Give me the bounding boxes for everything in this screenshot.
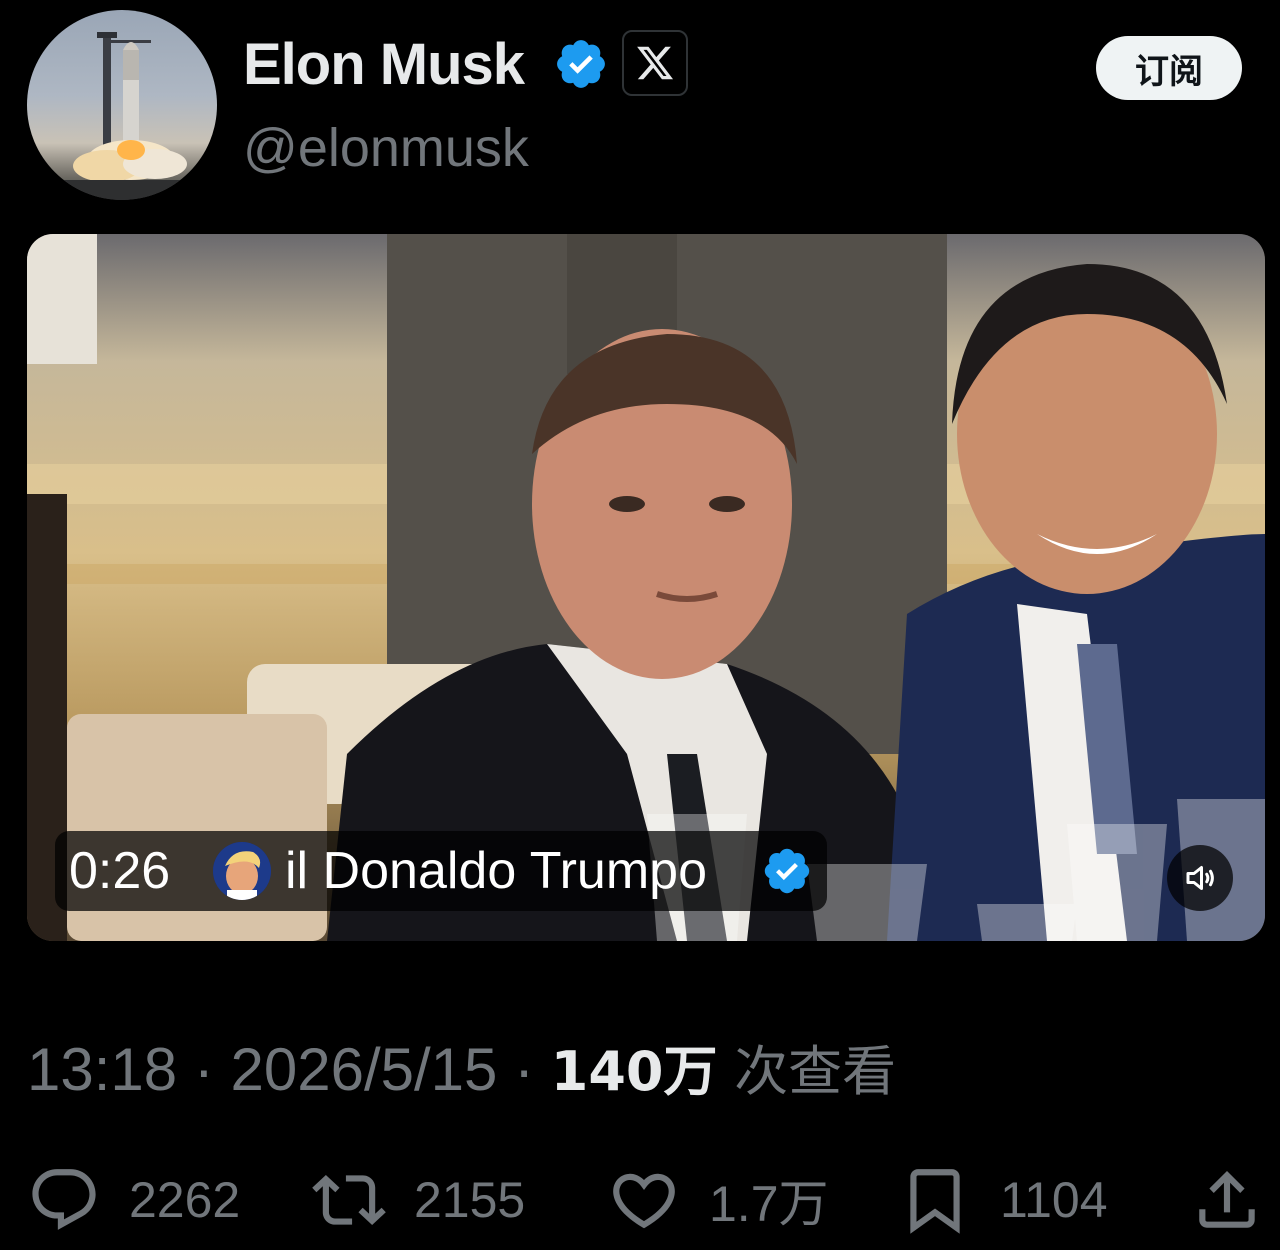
x-logo-icon[interactable]: [622, 30, 688, 96]
post-meta: 13:18 · 2026/5/15 · 140万 次查看: [27, 1036, 896, 1106]
share-icon: [1199, 1170, 1255, 1228]
video-timestamp: 0:26: [69, 842, 171, 900]
repost-icon: [312, 1174, 386, 1226]
profile-avatar[interactable]: [27, 10, 217, 200]
bookmark-count: 1104: [1000, 1172, 1108, 1228]
like-button[interactable]: 1.7万: [607, 1160, 829, 1240]
display-name[interactable]: Elon Musk: [243, 32, 525, 98]
repost-button[interactable]: 2155: [312, 1160, 525, 1240]
subscribe-button[interactable]: 订阅: [1096, 36, 1242, 100]
reply-icon: [32, 1169, 96, 1230]
video-source-avatar[interactable]: [213, 842, 271, 900]
post-date[interactable]: 2026/5/15: [230, 1036, 497, 1103]
bookmark-button[interactable]: 1104: [898, 1160, 1108, 1240]
speaker-icon[interactable]: [1167, 845, 1233, 911]
bookmark-icon: [910, 1169, 960, 1234]
separator-dot: ·: [193, 1036, 231, 1103]
post-time[interactable]: 13:18: [27, 1036, 177, 1103]
heart-icon: [613, 1173, 675, 1229]
repost-count: 2155: [414, 1172, 526, 1228]
verified-badge-icon: [764, 848, 810, 894]
separator-dot: ·: [514, 1036, 551, 1103]
user-handle[interactable]: @elonmusk: [243, 118, 529, 178]
video-player[interactable]: 0:26 il Donaldo Trumpo: [27, 234, 1265, 941]
action-bar: 2262 2155 1.7万 1104: [0, 1160, 1280, 1240]
verified-badge-icon: [557, 40, 605, 88]
rocket-launch-image: [27, 32, 217, 200]
video-overlay-info: 0:26 il Donaldo Trumpo: [55, 831, 827, 911]
share-button[interactable]: [1190, 1160, 1264, 1240]
video-source-name[interactable]: il Donaldo Trumpo: [285, 841, 707, 901]
view-count: 140万: [550, 1040, 718, 1103]
view-label: 次查看: [734, 1040, 897, 1103]
reply-count: 2262: [129, 1172, 241, 1228]
like-count: 1.7万: [709, 1176, 829, 1232]
reply-button[interactable]: 2262: [27, 1160, 240, 1240]
